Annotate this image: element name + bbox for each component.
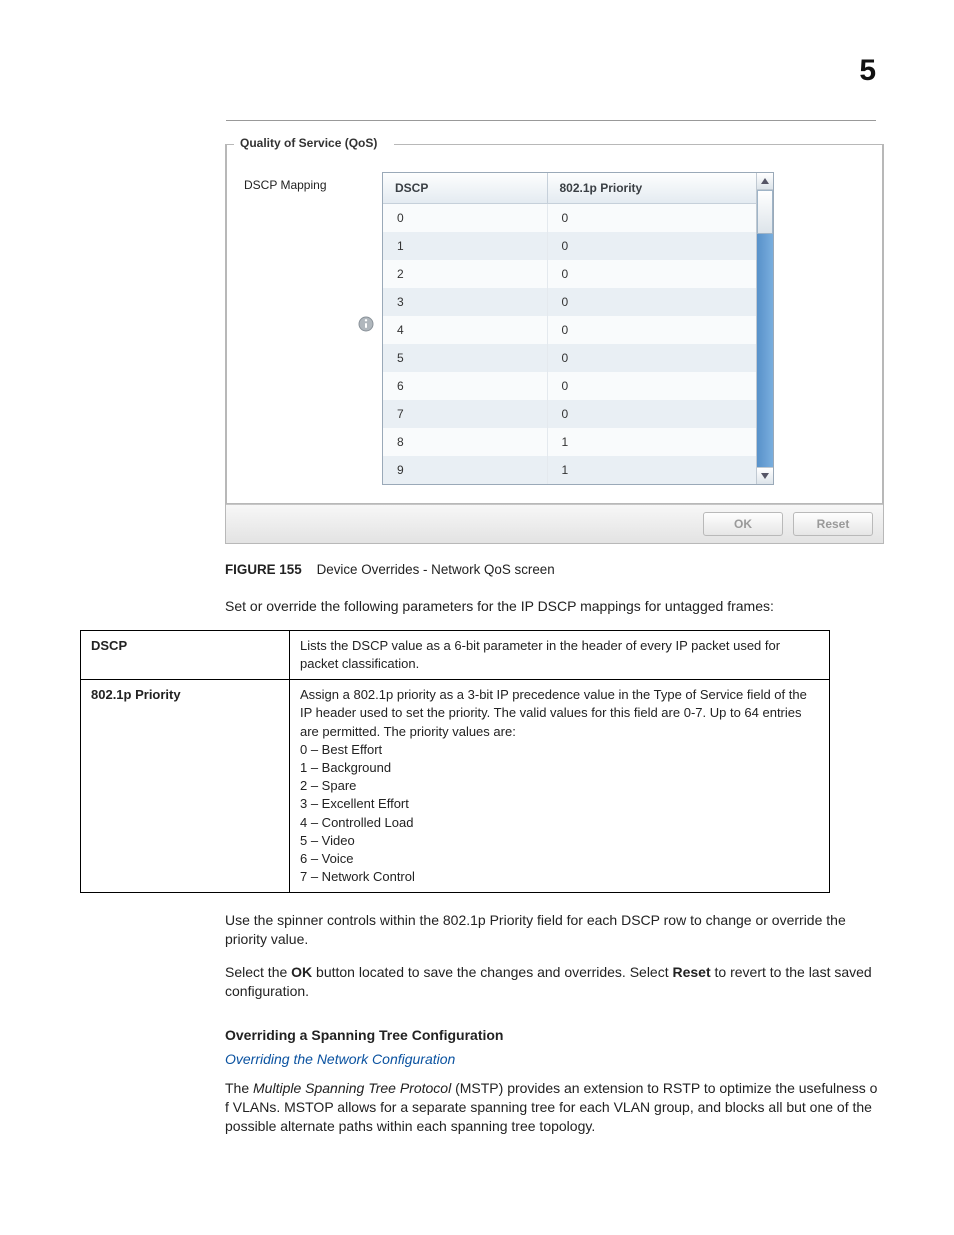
cell-priority[interactable]: 0: [547, 400, 756, 428]
cell-priority[interactable]: 0: [547, 260, 756, 288]
fieldset-border-segment: [882, 144, 883, 503]
def-desc: Lists the DSCP value as a 6-bit paramete…: [290, 630, 830, 679]
table-row[interactable]: 50: [383, 344, 756, 372]
cell-dscp: 4: [383, 316, 547, 344]
cell-dscp: 1: [383, 232, 547, 260]
intro-paragraph: Set or override the following parameters…: [225, 597, 884, 616]
def-desc-intro: Assign a 802.1p priority as a 3-bit IP p…: [300, 686, 819, 741]
cell-dscp: 7: [383, 400, 547, 428]
figure-number: FIGURE 155: [225, 562, 302, 577]
table-row[interactable]: 00: [383, 204, 756, 233]
cell-dscp: 3: [383, 288, 547, 316]
def-term: 802.1p Priority: [81, 680, 290, 893]
page: 5 Quality of Service (QoS) DSCP Mapping: [0, 0, 954, 1210]
cell-dscp: 6: [383, 372, 547, 400]
table-row[interactable]: 91: [383, 456, 756, 484]
list-item: 1 – Background: [300, 759, 819, 777]
figure-caption: FIGURE 155 Device Overrides - Network Qo…: [225, 562, 884, 577]
text: button located to save the changes and o…: [312, 964, 672, 980]
ok-bold: OK: [291, 964, 312, 980]
top-rule: [226, 120, 876, 121]
table-row[interactable]: 30: [383, 288, 756, 316]
mstp-paragraph: The Multiple Spanning Tree Protocol (MST…: [225, 1079, 884, 1136]
cell-dscp: 2: [383, 260, 547, 288]
cell-priority[interactable]: 1: [547, 456, 756, 484]
page-number: 5: [859, 54, 876, 88]
figure-caption-text: Device Overrides - Network QoS screen: [317, 562, 555, 577]
heading-spanning-tree: Overriding a Spanning Tree Configuration: [225, 1027, 884, 1043]
spinner-paragraph: Use the spinner controls within the 802.…: [225, 911, 884, 949]
info-icon[interactable]: [358, 316, 374, 332]
cell-priority[interactable]: 0: [547, 288, 756, 316]
cell-priority[interactable]: 0: [547, 344, 756, 372]
dscp-mapping-table: DSCP 802.1p Priority 00 10 20 30 40 50: [383, 173, 756, 484]
cell-priority[interactable]: 0: [547, 232, 756, 260]
priority-value-list: 0 – Best Effort 1 – Background 2 – Spare…: [300, 741, 819, 887]
list-item: 5 – Video: [300, 832, 819, 850]
vertical-scrollbar[interactable]: [756, 173, 773, 484]
fieldset-border-segment: [226, 144, 227, 503]
list-item: 0 – Best Effort: [300, 741, 819, 759]
dscp-mapping-row: DSCP Mapping: [240, 158, 869, 485]
list-item: 6 – Voice: [300, 850, 819, 868]
button-bar: OK Reset: [226, 504, 883, 543]
text: The: [225, 1080, 253, 1096]
fieldset-border-segment: [394, 144, 883, 145]
cross-reference-link[interactable]: Overriding the Network Configuration: [225, 1051, 884, 1067]
cell-dscp: 0: [383, 204, 547, 233]
list-item: 7 – Network Control: [300, 868, 819, 886]
table-row[interactable]: 70: [383, 400, 756, 428]
cell-priority[interactable]: 0: [547, 204, 756, 233]
qos-fieldset-legend: Quality of Service (QoS): [236, 136, 381, 150]
table-row[interactable]: 40: [383, 316, 756, 344]
content-area: Quality of Service (QoS) DSCP Mapping: [225, 144, 884, 1136]
list-item: 4 – Controlled Load: [300, 814, 819, 832]
reset-bold: Reset: [673, 964, 711, 980]
info-icon-holder: [358, 316, 374, 482]
mstp-italic: Multiple Spanning Tree Protocol: [253, 1080, 451, 1096]
cell-dscp: 9: [383, 456, 547, 484]
ok-button[interactable]: OK: [703, 512, 783, 536]
table-row[interactable]: 60: [383, 372, 756, 400]
scroll-thumb[interactable]: [757, 190, 773, 234]
def-row-dscp: DSCP Lists the DSCP value as a 6-bit par…: [81, 630, 830, 679]
cell-dscp: 5: [383, 344, 547, 372]
scroll-track[interactable]: [757, 190, 773, 468]
mapping-label-column: DSCP Mapping: [240, 172, 382, 482]
list-item: 3 – Excellent Effort: [300, 795, 819, 813]
qos-panel: Quality of Service (QoS) DSCP Mapping: [225, 144, 884, 544]
cell-priority[interactable]: 0: [547, 316, 756, 344]
table-row[interactable]: 81: [383, 428, 756, 456]
table-row[interactable]: 20: [383, 260, 756, 288]
def-term: DSCP: [81, 630, 290, 679]
cell-priority[interactable]: 1: [547, 428, 756, 456]
scroll-down-button[interactable]: [757, 467, 773, 484]
text: Select the: [225, 964, 291, 980]
dscp-table-container: DSCP 802.1p Priority 00 10 20 30 40 50: [382, 172, 774, 485]
list-item: 2 – Spare: [300, 777, 819, 795]
reset-button[interactable]: Reset: [793, 512, 873, 536]
cell-dscp: 8: [383, 428, 547, 456]
dscp-mapping-label: DSCP Mapping: [244, 172, 382, 192]
cell-priority[interactable]: 0: [547, 372, 756, 400]
table-row[interactable]: 10: [383, 232, 756, 260]
scroll-up-button[interactable]: [757, 173, 773, 190]
ok-reset-paragraph: Select the OK button located to save the…: [225, 963, 884, 1001]
def-row-priority: 802.1p Priority Assign a 802.1p priority…: [81, 680, 830, 893]
def-desc: Assign a 802.1p priority as a 3-bit IP p…: [290, 680, 830, 893]
col-header-dscp[interactable]: DSCP: [383, 173, 547, 204]
qos-fieldset: Quality of Service (QoS) DSCP Mapping: [226, 144, 883, 504]
fieldset-border-segment: [226, 144, 234, 145]
definition-table: DSCP Lists the DSCP value as a 6-bit par…: [80, 630, 830, 893]
col-header-priority[interactable]: 802.1p Priority: [547, 173, 756, 204]
